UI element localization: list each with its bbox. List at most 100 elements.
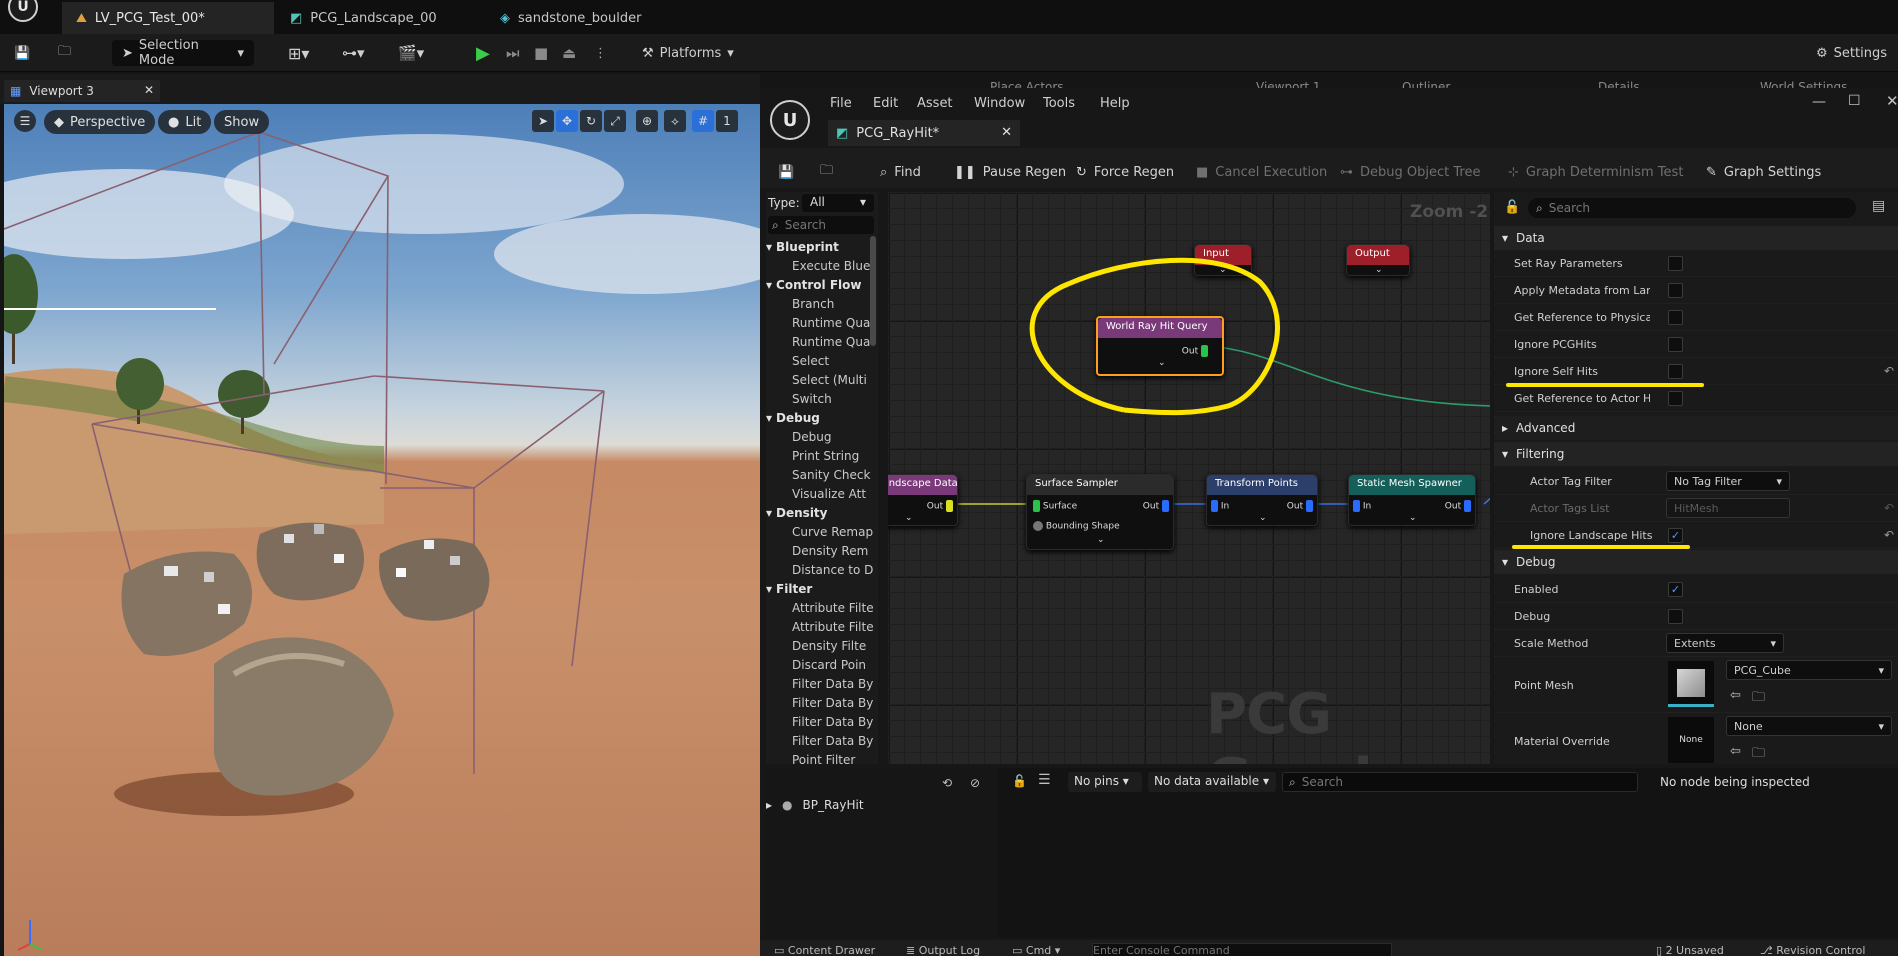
- menu-window[interactable]: Window: [974, 96, 1025, 111]
- lock-icon[interactable]: 🔓: [1012, 774, 1027, 788]
- palette-item[interactable]: Execute Blue: [792, 259, 870, 273]
- find-button[interactable]: ⌕ Find: [880, 160, 921, 184]
- prop-checkbox[interactable]: [1668, 391, 1683, 406]
- scale-method-dropdown[interactable]: Extents ▾: [1666, 633, 1784, 653]
- menu-edit[interactable]: Edit: [873, 96, 898, 111]
- palette-item[interactable]: Debug: [792, 430, 831, 444]
- palette-category[interactable]: ▾ Filter: [766, 582, 812, 596]
- unsaved-button[interactable]: ▯ 2 Unsaved: [1656, 944, 1724, 956]
- graph-determinism-test-button[interactable]: ⊹ Graph Determinism Test: [1508, 160, 1683, 184]
- viewport-tab[interactable]: ▦ Viewport 3 ✕: [4, 80, 160, 102]
- lock-icon[interactable]: 🔓: [1504, 200, 1520, 215]
- grid-snap-value[interactable]: 1: [716, 110, 738, 132]
- viewport-menu-icon[interactable]: ☰: [14, 110, 36, 132]
- menu-help[interactable]: Help: [1100, 96, 1130, 111]
- play-icon[interactable]: ▶: [476, 40, 490, 66]
- data-dropdown[interactable]: No data available ▾: [1148, 772, 1276, 792]
- palette-item[interactable]: Filter Data By: [792, 677, 873, 691]
- actor-tags-list-field[interactable]: HitMesh: [1666, 498, 1790, 518]
- palette-scrollbar[interactable]: [870, 236, 876, 346]
- content-drawer-button[interactable]: ▭ Content Drawer: [774, 944, 875, 956]
- selection-mode-dropdown[interactable]: ➤ Selection Mode ▾: [112, 38, 254, 68]
- cmd-dropdown[interactable]: ▭ Cmd ▾: [1012, 944, 1060, 956]
- prop-checkbox[interactable]: [1668, 364, 1683, 379]
- material-thumbnail[interactable]: None: [1668, 717, 1714, 763]
- palette-item[interactable]: Runtime Qua: [792, 335, 870, 349]
- point-mesh-thumbnail[interactable]: [1668, 661, 1714, 707]
- ignore-landscape-hits-checkbox[interactable]: ✓: [1668, 528, 1683, 543]
- inspector-search[interactable]: ⌕: [1282, 772, 1638, 792]
- palette-category[interactable]: ▾ Control Flow: [766, 278, 861, 292]
- palette-item[interactable]: Density Filte: [792, 639, 866, 653]
- type-filter-dropdown[interactable]: All ▾: [802, 194, 874, 212]
- palette-search[interactable]: ⌕: [768, 216, 874, 234]
- tab-pcg-landscape[interactable]: ◩ PCG_Landscape_00: [276, 2, 476, 34]
- section-filtering[interactable]: ▾ Filtering: [1494, 442, 1898, 466]
- palette-item[interactable]: Print String: [792, 449, 859, 463]
- palette-category[interactable]: ▾ Density: [766, 506, 828, 520]
- material-override-dropdown[interactable]: None ▾: [1726, 716, 1892, 736]
- revision-control-button[interactable]: ⎇ Revision Control: [1760, 944, 1865, 956]
- browse-asset-icon[interactable]: 🗀: [1752, 688, 1765, 710]
- details-search[interactable]: ⌕: [1528, 198, 1856, 218]
- palette-category[interactable]: ▾ Blueprint: [766, 240, 839, 254]
- menu-tools[interactable]: Tools: [1043, 96, 1075, 111]
- lit-button[interactable]: ● Lit: [158, 110, 212, 134]
- close-icon[interactable]: ✕: [1001, 125, 1012, 140]
- palette-item[interactable]: Discard Poin: [792, 658, 866, 672]
- palette-category[interactable]: ▾ Debug: [766, 411, 820, 425]
- palette-item[interactable]: Filter Data By: [792, 696, 873, 710]
- save-icon[interactable]: 💾: [778, 160, 794, 184]
- translate-tool-icon[interactable]: ✥: [556, 110, 578, 132]
- reset-icon[interactable]: ↶: [1884, 364, 1894, 378]
- filter-icon[interactable]: ☰: [1038, 772, 1051, 788]
- palette-item[interactable]: Filter Data By: [792, 734, 873, 748]
- palette-item[interactable]: Branch: [792, 297, 834, 311]
- inspector-search-input[interactable]: [1301, 775, 1602, 789]
- browse-icon[interactable]: 🗀: [820, 160, 833, 184]
- graph-settings-button[interactable]: ✎ Graph Settings: [1706, 160, 1821, 184]
- platforms-dropdown[interactable]: ⚒ Platforms ▾: [642, 40, 734, 66]
- perspective-button[interactable]: ◆ Perspective: [44, 110, 156, 134]
- pcg-doc-tab[interactable]: ◩ PCG_RayHit* ✕: [828, 120, 1020, 146]
- refresh-icon[interactable]: ⟲: [942, 776, 952, 790]
- cancel-execution-button[interactable]: ■ Cancel Execution: [1196, 160, 1327, 184]
- save-icon[interactable]: 💾: [14, 40, 30, 66]
- surface-snap-icon[interactable]: ⟡: [664, 110, 686, 132]
- palette-item[interactable]: Visualize Att: [792, 487, 866, 501]
- reset-icon[interactable]: ↶: [1884, 501, 1894, 515]
- palette-item[interactable]: Filter Data By: [792, 715, 873, 729]
- console-input[interactable]: [1092, 943, 1392, 956]
- prop-checkbox[interactable]: [1668, 256, 1683, 271]
- debug-enabled-checkbox[interactable]: ✓: [1668, 582, 1683, 597]
- point-mesh-dropdown[interactable]: PCG_Cube ▾: [1726, 660, 1892, 680]
- palette-item[interactable]: Select (Multi: [792, 373, 867, 387]
- show-button[interactable]: Show: [214, 110, 270, 134]
- close-window-icon[interactable]: ✕: [1886, 92, 1898, 110]
- palette-item[interactable]: Density Rem: [792, 544, 868, 558]
- section-data[interactable]: ▾ Data: [1494, 226, 1898, 250]
- step-icon[interactable]: ⏭: [506, 40, 520, 66]
- add-actor-icon[interactable]: ⊞▾: [288, 40, 309, 66]
- close-icon[interactable]: ✕: [144, 83, 154, 97]
- use-selected-icon[interactable]: ⇦: [1730, 688, 1741, 703]
- browse-icon[interactable]: 🗀: [58, 40, 71, 66]
- palette-item[interactable]: Select: [792, 354, 829, 368]
- scale-tool-icon[interactable]: ⤢: [604, 110, 626, 132]
- details-search-input[interactable]: [1548, 201, 1829, 215]
- palette-item[interactable]: Attribute Filte: [792, 620, 874, 634]
- pins-dropdown[interactable]: No pins ▾: [1068, 772, 1142, 792]
- pcg-graph-canvas[interactable]: Zoom -2 PCG Graph Input ⌄ Output ⌄ World…: [888, 192, 1490, 764]
- more-options-icon[interactable]: ⋮: [594, 40, 607, 66]
- palette-item[interactable]: Curve Remap: [792, 525, 873, 539]
- palette-item[interactable]: Switch: [792, 392, 832, 406]
- prop-checkbox[interactable]: [1668, 283, 1683, 298]
- debug-checkbox[interactable]: [1668, 609, 1683, 624]
- browse-asset-icon[interactable]: 🗀: [1752, 744, 1765, 764]
- actor-tag-filter-dropdown[interactable]: No Tag Filter ▾: [1666, 471, 1790, 491]
- stop-icon[interactable]: ■: [534, 40, 548, 66]
- debug-object-tree-button[interactable]: ⊶ Debug Object Tree: [1340, 160, 1480, 184]
- prop-checkbox[interactable]: [1668, 310, 1683, 325]
- eject-icon[interactable]: ⏏: [562, 40, 576, 66]
- tab-level[interactable]: ⛰ LV_PCG_Test_00*: [62, 2, 274, 34]
